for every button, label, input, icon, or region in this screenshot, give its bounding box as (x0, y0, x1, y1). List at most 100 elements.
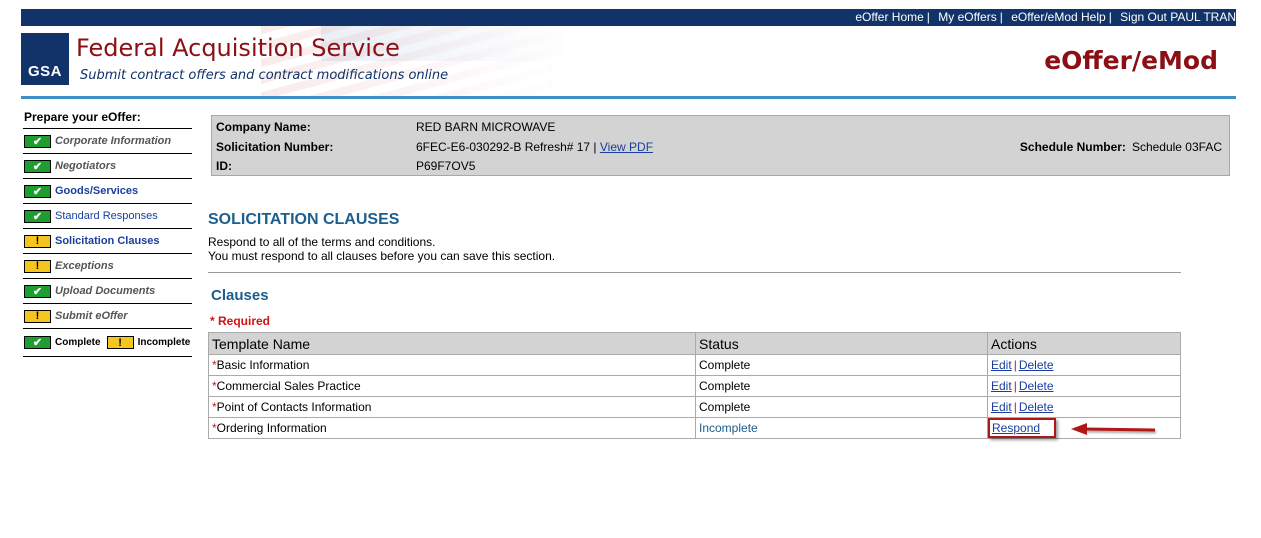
company-name-value: RED BARN MICROWAVE (416, 120, 556, 134)
offer-info-box: Company Name: RED BARN MICROWAVE Solicit… (211, 115, 1230, 176)
column-header-actions: Actions (987, 332, 1181, 355)
view-pdf-link[interactable]: View PDF (600, 140, 653, 154)
nav-sign-out-link[interactable]: Sign Out PAUL TRAN (1120, 10, 1236, 24)
page-title: SOLICITATION CLAUSES (208, 211, 400, 228)
action-separator: | (1013, 400, 1017, 414)
page-instructions: Respond to all of the terms and conditio… (208, 235, 555, 263)
sidebar-item-label: Goods/Services (55, 185, 139, 197)
exclamation-icon: ! (24, 234, 51, 248)
id-label: ID: (216, 159, 232, 173)
schedule-number: Schedule Number: Schedule 03FAC (1020, 140, 1222, 154)
sidebar: Prepare your eOffer: ✔ Corporate Informa… (23, 110, 192, 357)
clauses-heading: Clauses (211, 287, 269, 304)
app-title: eOffer/eMod (1044, 46, 1218, 75)
agency-subtitle: Submit contract offers and contract modi… (80, 68, 449, 83)
table-row: *Point of Contacts Information Complete … (208, 396, 1181, 418)
action-separator: | (1013, 379, 1017, 393)
schedule-number-label: Schedule Number: (1019, 140, 1126, 154)
company-name-label: Company Name: (216, 120, 311, 134)
sidebar-heading: Prepare your eOffer: (23, 110, 192, 129)
sidebar-item-solicitation-clauses[interactable]: ! Solicitation Clauses (23, 229, 192, 254)
sidebar-item-label: Upload Documents (55, 285, 156, 297)
template-name-cell: *Basic Information (208, 354, 696, 376)
sidebar-item-standard-responses[interactable]: ✔ Standard Responses (23, 204, 192, 229)
template-name: Basic Information (216, 358, 310, 372)
top-nav-bar: eOffer Home | My eOffers | eOffer/eMod Hel… (21, 9, 1236, 26)
annotation-arrow-icon (1071, 423, 1156, 435)
template-name-cell: *Commercial Sales Practice (208, 375, 696, 397)
check-icon: ✔ (24, 134, 51, 148)
sidebar-item-goods-services[interactable]: ✔ Goods/Services (23, 179, 192, 204)
legend-incomplete-label: Incomplete (137, 337, 191, 348)
sidebar-item-label: Submit eOffer (55, 310, 128, 322)
check-icon: ✔ (24, 284, 51, 298)
sidebar-item-upload-documents[interactable]: ✔ Upload Documents (23, 279, 192, 304)
sidebar-item-label: Exceptions (55, 260, 114, 272)
actions-cell: Edit | Delete (987, 375, 1181, 397)
clauses-table: Template Name Status Actions *Basic Info… (208, 332, 1181, 439)
sidebar-item-exceptions[interactable]: ! Exceptions (23, 254, 192, 279)
sidebar-item-submit-eoffer[interactable]: ! Submit eOffer (23, 304, 192, 329)
nav-help-link[interactable]: eOffer/eMod Help (1011, 10, 1106, 24)
status-legend: ✔ Complete ! Incomplete (23, 329, 192, 357)
schedule-number-value: Schedule 03FAC (1131, 140, 1222, 154)
sidebar-item-label: Standard Responses (55, 210, 158, 222)
edit-link[interactable]: Edit (991, 379, 1012, 393)
agency-title: Federal Acquisition Service (76, 34, 400, 62)
respond-link[interactable]: Respond (992, 421, 1040, 435)
instruction-line-1: Respond to all of the terms and conditio… (208, 235, 436, 249)
status-cell: Incomplete (695, 417, 988, 439)
nav-eoffer-home-link[interactable]: eOffer Home (855, 10, 923, 24)
table-row: *Commercial Sales Practice Complete Edit… (208, 375, 1181, 397)
required-note: * Required (210, 314, 271, 328)
exclamation-icon: ! (24, 259, 51, 273)
respond-highlight-box: Respond (988, 418, 1057, 438)
status-cell: Complete (695, 375, 988, 397)
delete-link[interactable]: Delete (1019, 379, 1054, 393)
top-nav-links: eOffer Home | My eOffers | eOffer/eMod Hel… (855, 10, 1236, 24)
id-value: P69F7OV5 (416, 159, 476, 173)
template-name-cell: *Point of Contacts Information (208, 396, 696, 418)
solicitation-number-label: Solicitation Number: (216, 140, 334, 154)
status-cell: Complete (695, 396, 988, 418)
header-banner: GSA Federal Acquisition Service Submit c… (21, 26, 1236, 96)
nav-my-eoffers-link[interactable]: My eOffers (938, 10, 996, 24)
delete-link[interactable]: Delete (1019, 400, 1054, 414)
exclamation-icon: ! (24, 309, 51, 323)
column-header-status: Status (695, 332, 988, 355)
sidebar-item-corporate-information[interactable]: ✔ Corporate Information (23, 129, 192, 154)
header-divider (21, 96, 1236, 99)
template-name-cell: *Ordering Information (208, 417, 696, 439)
template-name: Point of Contacts Information (216, 400, 372, 414)
sidebar-item-negotiators[interactable]: ✔ Negotiators (23, 154, 192, 179)
legend-complete-label: Complete (55, 337, 101, 348)
table-row: *Ordering Information Incomplete Respond (208, 417, 1181, 439)
check-icon: ✔ (24, 209, 51, 223)
column-header-template-name: Template Name (208, 332, 696, 355)
delete-link[interactable]: Delete (1019, 358, 1054, 372)
action-separator: | (1013, 358, 1017, 372)
nav-separator: | (999, 10, 1003, 24)
exclamation-icon: ! (106, 336, 134, 349)
edit-link[interactable]: Edit (991, 358, 1012, 372)
actions-cell: Edit | Delete (987, 354, 1181, 376)
check-icon: ✔ (24, 184, 51, 198)
sidebar-item-label: Negotiators (55, 160, 117, 172)
edit-link[interactable]: Edit (991, 400, 1012, 414)
nav-separator: | (1108, 10, 1112, 24)
status-cell: Complete (695, 354, 988, 376)
gsa-logo[interactable]: GSA (21, 33, 69, 85)
solicitation-number-group: 6FEC-E6-030292-B Refresh# 17 | View PDF (416, 140, 653, 154)
sidebar-item-label: Solicitation Clauses (55, 235, 160, 247)
table-row: *Basic Information Complete Edit | Delete (208, 354, 1181, 376)
solicitation-number-value: 6FEC-E6-030292-B Refresh# 17 | (416, 140, 597, 154)
gsa-logo-text: GSA (27, 63, 62, 80)
section-divider (208, 272, 1181, 273)
check-icon: ✔ (24, 159, 51, 173)
actions-cell: Edit | Delete (987, 396, 1181, 418)
check-icon: ✔ (24, 336, 51, 349)
instruction-line-2: You must respond to all clauses before y… (208, 249, 556, 263)
template-name: Ordering Information (216, 421, 327, 435)
table-header-row: Template Name Status Actions (208, 332, 1181, 355)
nav-separator: | (926, 10, 930, 24)
